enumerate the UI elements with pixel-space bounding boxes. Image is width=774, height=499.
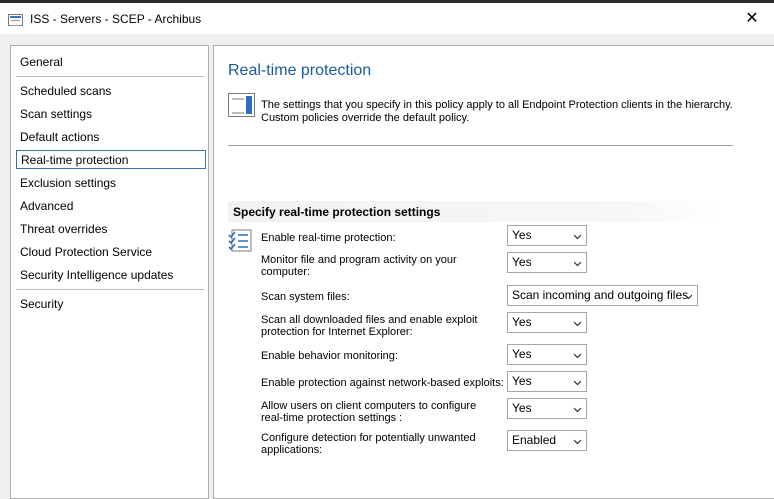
chevron-down-icon (574, 407, 581, 413)
title-bar: ISS - Servers - SCEP - Archibus ✕ (0, 3, 774, 34)
nav-item-scan-settings[interactable]: Scan settings (16, 105, 92, 124)
divider (228, 145, 733, 146)
nav-item-security-intelligence-updates[interactable]: Security Intelligence updates (16, 266, 173, 285)
nav-item-exclusion-settings[interactable]: Exclusion settings (16, 174, 116, 193)
chevron-down-icon (574, 261, 581, 267)
behavior-monitoring-select[interactable]: Yes (507, 344, 587, 365)
chevron-down-icon (574, 234, 581, 240)
scan-system-files-select[interactable]: Scan incoming and outgoing files (507, 285, 698, 306)
chevron-down-icon (574, 321, 581, 327)
network-exploit-protection-select[interactable]: Yes (507, 371, 587, 392)
nav-item-security[interactable]: Security (16, 295, 63, 314)
close-button[interactable]: ✕ (730, 3, 774, 34)
setting-label-potentially-unwanted-applications: Configure detection for potentially unwa… (261, 432, 476, 456)
settings-nav: General Scheduled scans Scan settings De… (10, 45, 209, 499)
window-title: ISS - Servers - SCEP - Archibus (30, 12, 202, 26)
scan-downloaded-files-select[interactable]: Yes (507, 312, 587, 333)
nav-item-advanced[interactable]: Advanced (16, 197, 73, 216)
nav-item-cloud-protection-service[interactable]: Cloud Protection Service (16, 243, 152, 262)
nav-separator (16, 76, 204, 77)
nav-separator (16, 289, 204, 290)
content-panel: Real-time protection The settings that y… (213, 45, 774, 499)
setting-label-scan-system-files: Scan system files: (261, 291, 350, 303)
chevron-down-icon (574, 439, 581, 445)
setting-label-monitor-file-activity: Monitor file and program activity on you… (261, 254, 457, 278)
setting-label-enable-real-time-protection: Enable real-time protection: (261, 232, 396, 244)
chevron-down-icon (574, 353, 581, 359)
policy-document-icon (228, 93, 255, 117)
page-title: Real-time protection (228, 62, 372, 79)
allow-user-configuration-select[interactable]: Yes (507, 398, 587, 419)
checklist-icon (228, 229, 252, 252)
enable-real-time-protection-select[interactable]: Yes (507, 225, 587, 246)
setting-label-allow-user-configuration: Allow users on client computers to confi… (261, 400, 477, 424)
section-header: Specify real-time protection settings (228, 201, 723, 222)
policy-info-line: The settings that you specify in this po… (261, 99, 733, 111)
nav-item-real-time-protection[interactable]: Real-time protection (16, 150, 206, 169)
nav-item-scheduled-scans[interactable]: Scheduled scans (16, 82, 111, 101)
policy-info-text: The settings that you specify in this po… (261, 99, 761, 125)
chevron-down-icon (685, 294, 692, 300)
potentially-unwanted-applications-select[interactable]: Enabled (507, 430, 587, 451)
setting-label-behavior-monitoring: Enable behavior monitoring: (261, 350, 398, 362)
chevron-down-icon (574, 380, 581, 386)
section-title: Specify real-time protection settings (233, 205, 441, 219)
nav-item-threat-overrides[interactable]: Threat overrides (16, 220, 107, 239)
setting-label-scan-downloaded-files: Scan all downloaded files and enable exp… (261, 314, 478, 338)
nav-item-default-actions[interactable]: Default actions (16, 128, 99, 147)
policy-info-line: Custom policies override the default pol… (261, 112, 470, 124)
window-icon (8, 14, 23, 26)
setting-label-network-exploit-protection: Enable protection against network-based … (261, 377, 504, 389)
nav-item-general[interactable]: General (16, 53, 63, 72)
monitor-file-activity-select[interactable]: Yes (507, 252, 587, 273)
